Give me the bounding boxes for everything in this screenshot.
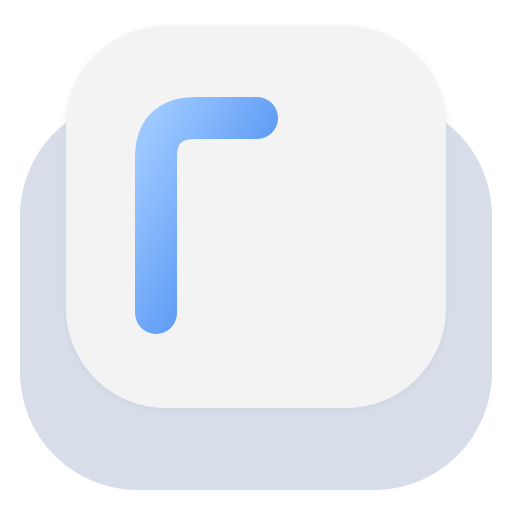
font-speaker-app-icon[interactable]: F bbox=[0, 0, 512, 512]
app-icon-artwork bbox=[20, 26, 492, 490]
canvas: F bbox=[0, 0, 512, 512]
